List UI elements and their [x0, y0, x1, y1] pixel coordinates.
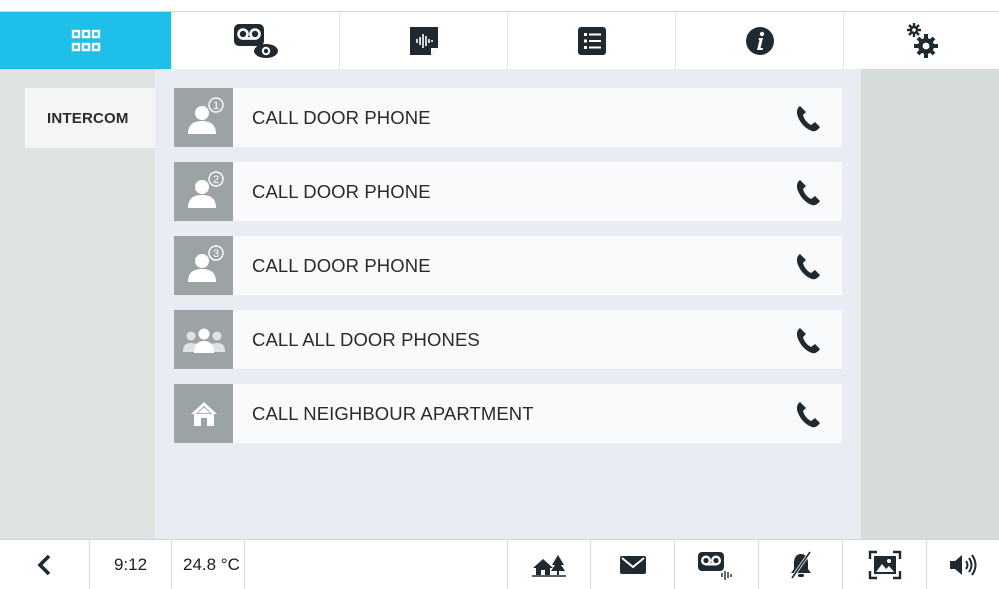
sidebar-item-intercom[interactable]: INTERCOM [25, 88, 155, 148]
call-door-phone-3-row[interactable]: 3 CALL DOOR PHONE [174, 236, 842, 295]
tab-settings[interactable] [844, 12, 999, 70]
voicemail-eye-icon [233, 24, 278, 58]
badge-number: 2 [212, 174, 218, 186]
row-label: CALL DOOR PHONE [252, 180, 431, 202]
back-button[interactable] [0, 540, 90, 589]
temperature: 24.8 °C [172, 540, 245, 589]
row-label: CALL ALL DOOR PHONES [252, 328, 480, 350]
tab-list[interactable] [508, 12, 676, 70]
audio-wave-icon [409, 27, 438, 55]
mail-icon [619, 556, 646, 574]
badge-number: 3 [212, 248, 218, 260]
row-label: CALL DOOR PHONE [252, 106, 431, 128]
tab-video-surveillance[interactable] [172, 12, 340, 70]
info-icon [745, 27, 774, 55]
voicemail-button[interactable] [675, 540, 759, 589]
messages-button[interactable] [591, 540, 675, 589]
call-door-phone-2-row[interactable]: 2 CALL DOOR PHONE [174, 162, 842, 221]
right-panel [861, 69, 999, 539]
person-icon: 1 [174, 88, 233, 147]
group-icon [174, 310, 233, 369]
grid-icon [71, 29, 100, 52]
ringtone-mute-button[interactable] [759, 540, 843, 589]
clock: 9:12 [90, 540, 172, 589]
phone-icon[interactable] [793, 177, 823, 207]
row-label: CALL DOOR PHONE [252, 254, 431, 276]
photo-frame-button[interactable] [843, 540, 927, 589]
call-door-phone-1-row[interactable]: 1 CALL DOOR PHONE [174, 88, 842, 147]
phone-icon[interactable] [793, 399, 823, 429]
sidebar: INTERCOM [0, 69, 155, 539]
call-all-door-phones-row[interactable]: CALL ALL DOOR PHONES [174, 310, 842, 369]
back-icon [36, 554, 50, 576]
person-icon: 3 [174, 236, 233, 295]
voicemail-audio-icon [697, 552, 732, 580]
status-bar: 9:12 24.8 °C [0, 539, 999, 589]
tab-home-grid[interactable] [0, 12, 172, 70]
intercom-call-list: 1 CALL DOOR PHONE 2 CALL DOOR PHONE 3 CA… [155, 69, 861, 539]
bell-muted-icon [790, 551, 811, 579]
gears-icon [906, 23, 938, 58]
call-neighbour-apartment-row[interactable]: CALL NEIGHBOUR APARTMENT [174, 384, 842, 443]
volume-button[interactable] [927, 540, 999, 589]
row-label: CALL NEIGHBOUR APARTMENT [252, 402, 534, 424]
list-icon [577, 27, 606, 55]
house-icon [174, 384, 233, 443]
tab-info[interactable] [676, 12, 844, 70]
phone-icon[interactable] [793, 325, 823, 355]
person-icon: 2 [174, 162, 233, 221]
phone-icon[interactable] [793, 103, 823, 133]
top-navigation [0, 11, 999, 70]
phone-icon[interactable] [793, 251, 823, 281]
tab-audio-messages[interactable] [340, 12, 508, 70]
home-tree-icon [532, 555, 566, 577]
speaker-icon [950, 554, 977, 576]
badge-number: 1 [212, 100, 218, 112]
sidebar-item-label: INTERCOM [47, 109, 129, 127]
picture-frame-icon [868, 550, 901, 580]
home-scenario-button[interactable] [507, 540, 591, 589]
